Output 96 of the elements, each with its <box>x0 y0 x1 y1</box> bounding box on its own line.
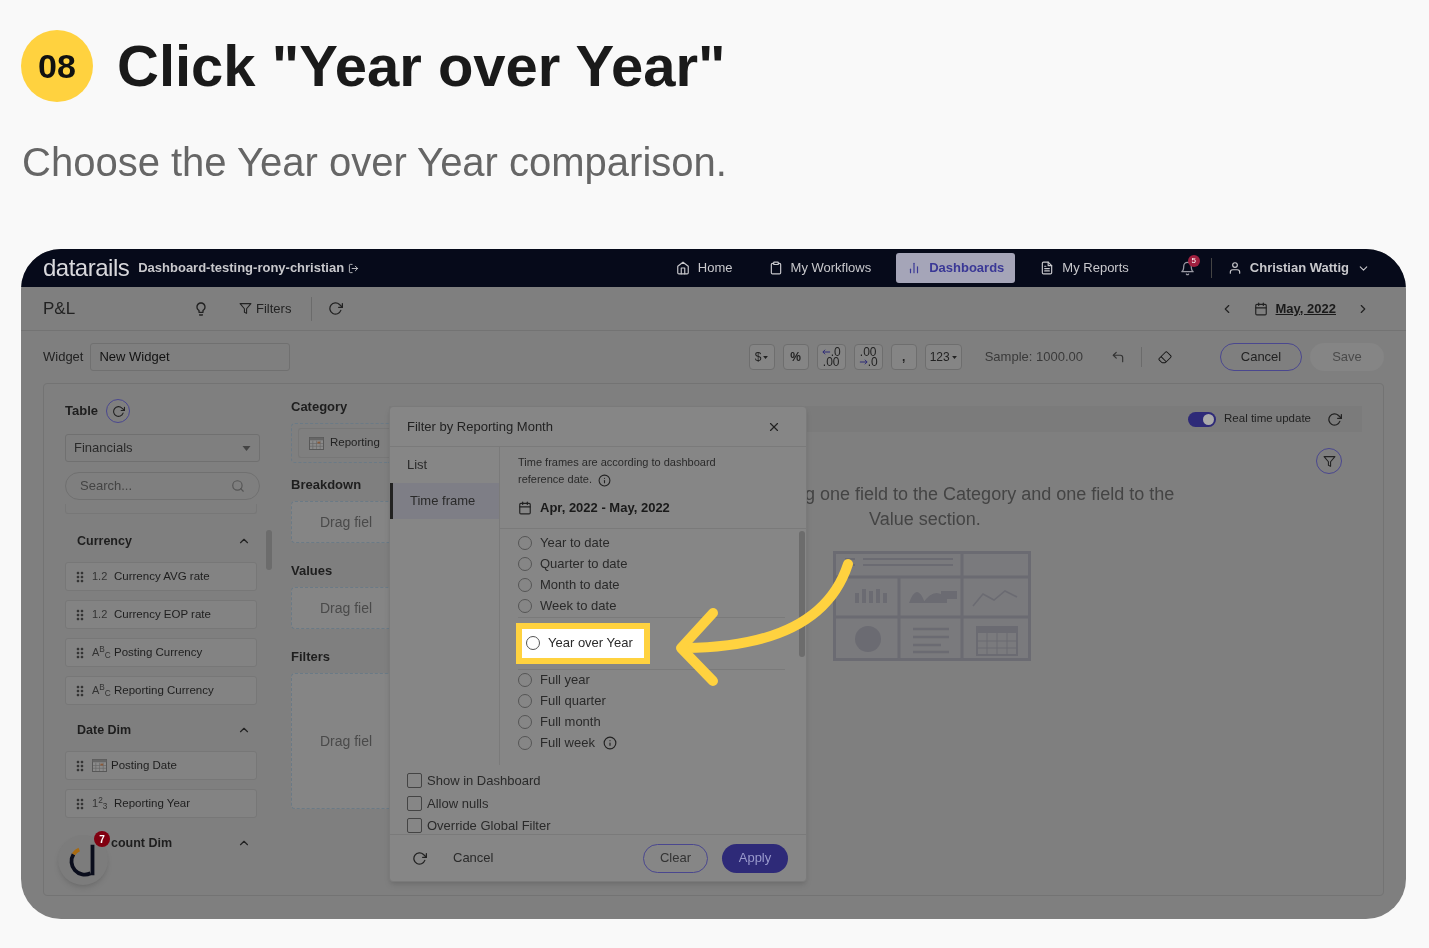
checkbox[interactable] <box>407 773 422 789</box>
step-badge: 08 <box>21 30 93 102</box>
format-button[interactable]: , <box>890 344 917 370</box>
calendar-icon <box>92 759 107 772</box>
table-title: Table <box>65 402 98 421</box>
filter-icon <box>1322 454 1336 468</box>
checkbox[interactable] <box>407 795 422 811</box>
option-label: Week to date <box>540 597 617 616</box>
step-description: Choose the Year over Year comparison. <box>21 142 728 182</box>
calendar-icon <box>518 500 532 515</box>
workspace-name: Dashboard-testing-rony-christian <box>138 259 345 278</box>
notification-badge: 5 <box>1187 254 1200 267</box>
dialog-title: Filter by Reporting Month <box>407 417 553 436</box>
realtime-label: Real time update <box>1224 411 1311 427</box>
arrow-left-icon <box>821 349 831 355</box>
decrease-decimals-button[interactable]: .0 .00 <box>816 344 846 370</box>
info-icon <box>598 473 611 487</box>
option-label: Full quarter <box>540 692 606 711</box>
sample-text: Sample: 1000.00 <box>984 348 1083 367</box>
refresh-icon <box>328 301 344 316</box>
filters-button[interactable]: Filters <box>239 298 292 319</box>
widget-name-field[interactable]: New Widget <box>90 343 291 371</box>
refresh-icon <box>111 404 125 418</box>
drop-zone[interactable]: Drag fiel <box>291 673 389 809</box>
refresh-icon <box>1327 411 1342 427</box>
field-chip[interactable]: Reporting <box>298 428 389 458</box>
format-dropdown[interactable]: 123 <box>924 344 962 370</box>
clipboard-icon <box>768 261 783 275</box>
widget-label: Widget <box>43 348 84 367</box>
option-label: Year to date <box>540 534 610 553</box>
field-item[interactable]: 1.2 Currency AVG rate <box>65 562 257 591</box>
group-title: Date Dim <box>77 721 132 739</box>
search-icon <box>231 479 245 493</box>
option-label: Year over Year <box>548 634 633 653</box>
nav-item[interactable]: Home <box>664 253 744 283</box>
checkbox-label: Show in Dashboard <box>427 772 541 790</box>
realtime-toggle[interactable] <box>1188 411 1217 427</box>
checkbox-label: Override Global Filter <box>427 817 551 835</box>
section-title: Filters <box>291 648 331 666</box>
calendar-icon <box>1253 301 1268 316</box>
lightbulb-icon <box>193 300 209 317</box>
nav-item[interactable]: My Workflows <box>757 253 883 283</box>
drop-zone[interactable]: Drag fiel <box>291 587 389 629</box>
dialog-tab[interactable]: List <box>390 447 499 483</box>
nav-item[interactable]: My Reports <box>1029 253 1140 283</box>
caret-down-icon <box>951 355 957 359</box>
section-title: Values <box>291 562 334 580</box>
document-icon <box>1040 261 1055 275</box>
section-title: Breakdown <box>291 476 363 494</box>
field-type-label: 1.2 <box>92 569 109 585</box>
drop-zone[interactable]: Drag fiel <box>291 501 389 543</box>
home-icon <box>675 261 690 275</box>
eraser-icon <box>1158 350 1172 364</box>
save-button[interactable]: Save <box>1310 343 1384 371</box>
exit-icon <box>348 262 360 274</box>
dialog-tab[interactable]: Time frame <box>390 483 499 519</box>
checkbox-label: Allow nulls <box>427 794 489 813</box>
option-label: Full year <box>540 671 590 690</box>
checkbox[interactable] <box>407 818 422 834</box>
table-select[interactable]: Financials <box>65 434 260 462</box>
group-title: Currency <box>77 532 132 550</box>
format-button[interactable]: % <box>782 344 809 370</box>
option-label: Full week <box>540 734 595 753</box>
user-menu[interactable]: Christian Wattig <box>1227 258 1370 278</box>
calendar-icon <box>309 436 324 450</box>
step-title: Click "Year over Year" <box>117 37 726 95</box>
date-picker-link[interactable]: May, 2022 <box>1275 298 1336 319</box>
dialog-cancel-button[interactable]: Cancel <box>453 848 494 868</box>
field-item[interactable]: A$^{B}$$_{C}$ Posting Currency <box>65 638 257 667</box>
report-title: P&L <box>43 297 77 320</box>
option-label: Full month <box>540 713 601 732</box>
timeframe-note: Time frames are according to dashboard reference date. <box>518 455 717 488</box>
format-dropdown[interactable]: $ <box>748 344 775 370</box>
field-item[interactable]: A$^{B}$$_{C}$ Reporting Currency <box>65 676 257 705</box>
caret-down-icon <box>763 355 769 359</box>
option-label: Quarter to date <box>540 555 628 574</box>
filter-icon <box>239 302 252 315</box>
undo-icon <box>1111 350 1125 364</box>
increase-decimals-button[interactable]: .00 .0 <box>853 344 883 370</box>
reset-icon <box>412 850 427 866</box>
apply-button[interactable]: Apply <box>722 843 788 873</box>
section-title: Category <box>291 398 349 416</box>
field-type-label: 1.2 <box>92 607 109 623</box>
user-icon <box>1227 261 1242 275</box>
nav-item[interactable]: Dashboards <box>896 253 1016 283</box>
field-item[interactable]: 1.2 Currency EOP rate <box>65 600 257 629</box>
date-range: Apr, 2022 - May, 2022 <box>540 499 670 517</box>
bell-icon <box>1179 260 1195 276</box>
logo: datarails <box>43 256 130 280</box>
notification-badge: 7 <box>94 831 110 847</box>
field-item[interactable]: Posting Date <box>65 751 257 780</box>
arrow-right-icon <box>858 359 868 365</box>
field-item[interactable]: 1$^{2}$$_{3}$ Reporting Year <box>65 789 257 818</box>
group-title: count Dim <box>111 834 173 852</box>
caret-down-icon <box>242 445 251 451</box>
option-label: Month to date <box>540 576 620 595</box>
